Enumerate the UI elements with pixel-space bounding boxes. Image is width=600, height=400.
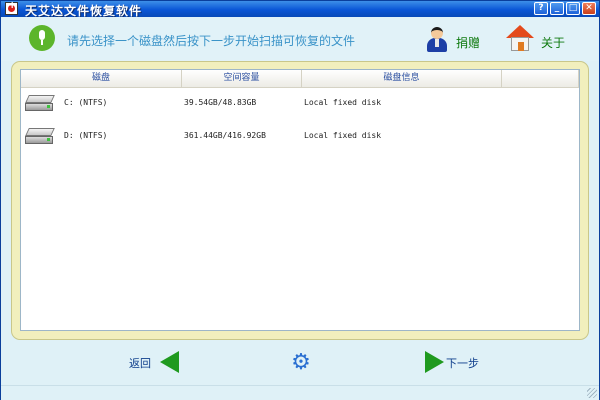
about-button[interactable]: 关于 <box>541 34 565 51</box>
drive-name: D: (NTFS) <box>64 131 108 140</box>
hint-text: 请先选择一个磁盘然后按下一步开始扫描可恢复的文件 <box>67 34 356 48</box>
minimize-button[interactable]: _ <box>550 2 564 15</box>
status-bar <box>1 385 599 400</box>
title-bar[interactable]: 天艾达文件恢复软件 ? _ □ ✕ <box>1 0 599 18</box>
maximize-button[interactable]: □ <box>566 2 580 15</box>
disk-list-frame: 磁盘 空间容量 磁盘信息 C: (NTFS) 39.54GB/48.83GB L… <box>11 61 589 340</box>
hard-drive-icon <box>25 128 57 146</box>
person-icon[interactable] <box>425 27 449 53</box>
help-button[interactable]: ? <box>534 2 548 15</box>
drive-space: 39.54GB/48.83GB <box>184 98 257 107</box>
column-header-extra[interactable] <box>502 70 579 87</box>
resize-grip-icon[interactable] <box>587 388 597 398</box>
drive-info: Local fixed disk <box>304 98 382 107</box>
gear-icon[interactable]: ⚙ <box>290 352 312 374</box>
table-row[interactable]: D: (NTFS) 361.44GB/416.92GB Local fixed … <box>21 124 579 148</box>
app-window: 天艾达文件恢复软件 ? _ □ ✕ 请先选择一个磁盘然后按下一步开始扫描可恢复的… <box>0 0 600 400</box>
drive-info: Local fixed disk <box>304 131 382 140</box>
column-header-space[interactable]: 空间容量 <box>182 70 302 87</box>
drive-space: 361.44GB/416.92GB <box>184 131 266 140</box>
next-arrow-icon[interactable] <box>425 351 444 373</box>
hard-drive-icon <box>25 95 57 113</box>
back-button[interactable]: 返回 <box>129 355 151 371</box>
column-header-disk[interactable]: 磁盘 <box>21 70 182 87</box>
donate-button[interactable]: 捐赠 <box>456 34 480 51</box>
mic-icon <box>29 25 55 51</box>
back-arrow-icon[interactable] <box>160 351 179 373</box>
disk-list[interactable]: 磁盘 空间容量 磁盘信息 C: (NTFS) 39.54GB/48.83GB L… <box>20 69 580 331</box>
app-logo-icon[interactable] <box>5 0 18 15</box>
close-button[interactable]: ✕ <box>582 2 596 15</box>
house-icon[interactable] <box>506 25 534 53</box>
column-header-info[interactable]: 磁盘信息 <box>302 70 502 87</box>
hint-bar: 请先选择一个磁盘然后按下一步开始扫描可恢复的文件 捐赠 关于 <box>1 17 599 61</box>
drive-name: C: (NTFS) <box>64 98 108 107</box>
list-header: 磁盘 空间容量 磁盘信息 <box>21 70 579 88</box>
table-row[interactable]: C: (NTFS) 39.54GB/48.83GB Local fixed di… <box>21 91 579 115</box>
next-button[interactable]: 下一步 <box>446 355 479 371</box>
